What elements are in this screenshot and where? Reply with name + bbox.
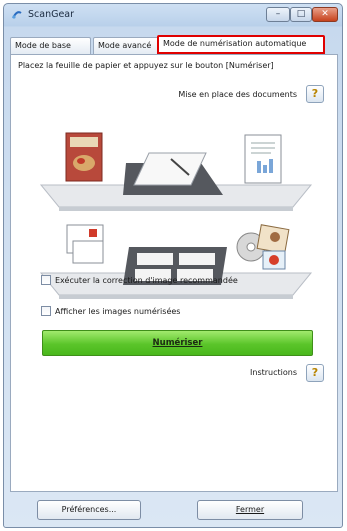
show-images-checkbox[interactable] [41,306,51,316]
title-bar[interactable]: ScanGear – □ ✕ [4,4,342,26]
scan-button[interactable]: Numériser [42,330,313,356]
minimize-button[interactable]: – [266,7,290,22]
preferences-button[interactable]: Préférences... [37,500,141,520]
correction-checkbox[interactable] [41,275,51,285]
show-images-checkbox-label: Afficher les images numérisées [55,306,181,316]
close-window-button[interactable]: ✕ [312,7,338,22]
instructions-help-icon[interactable]: ? [306,364,324,382]
tab-auto-scan-mode[interactable]: Mode de numérisation automatique [157,35,325,54]
instruction-text: Placez la feuille de papier et appuyez s… [18,61,274,70]
top-platform [39,132,313,211]
close-button[interactable]: Fermer [197,500,303,520]
correction-checkbox-label: Exécuter la correction d'image recommand… [55,275,238,285]
scangear-app-icon [12,11,22,19]
correction-checkbox-row[interactable]: Exécuter la correction d'image recommand… [41,275,238,285]
bottom-platform [39,224,313,299]
doc-setup-label: Mise en place des documents [178,90,297,99]
auto-scan-panel: Placez la feuille de papier et appuyez s… [10,54,338,492]
doc-setup-help-icon[interactable]: ? [306,85,324,103]
instructions-label: Instructions [250,368,297,377]
maximize-button[interactable]: □ [290,7,312,22]
scangear-window: ScanGear – □ ✕ Mode de base Mode avancé … [3,3,343,528]
tab-basic-mode[interactable]: Mode de base [10,37,91,54]
close-button-label: Fermer [235,505,265,514]
mode-tabs: Mode de base Mode avancé Mode de numéris… [10,35,340,54]
window-title: ScanGear [28,9,75,20]
show-images-checkbox-row[interactable]: Afficher les images numérisées [41,306,180,316]
tab-advanced-mode[interactable]: Mode avancé [93,37,159,54]
scan-button-label: Numériser [152,338,203,348]
